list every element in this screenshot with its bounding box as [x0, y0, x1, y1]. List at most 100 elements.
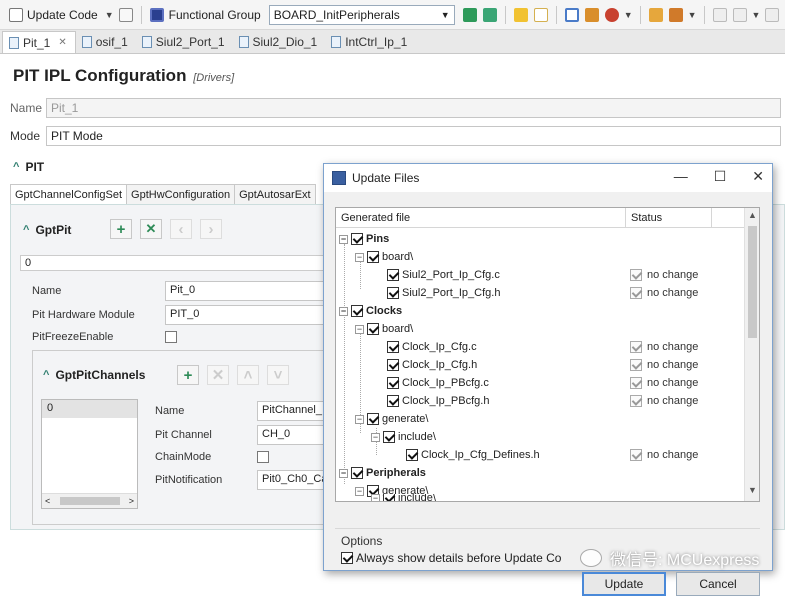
clipboard-icon[interactable] — [118, 7, 133, 22]
tree-file[interactable]: Siul2_Port_Ip_Cfg.h — [387, 284, 500, 302]
cancel-button[interactable]: Cancel — [676, 572, 760, 596]
collapse-icon[interactable]: − — [339, 468, 348, 478]
tab-pit-1[interactable]: Pit_1 ✕ — [2, 31, 76, 53]
update-code-dropdown-icon[interactable]: ▼ — [105, 10, 114, 20]
checkbox-checked[interactable] — [387, 395, 399, 407]
move-right-button[interactable]: › — [200, 219, 222, 239]
list-item[interactable]: 0 — [42, 400, 137, 418]
checkbox-checked[interactable] — [367, 413, 379, 425]
functional-group-select[interactable]: BOARD_InitPeripherals ▼ — [268, 4, 455, 25]
forward-arrow-icon[interactable] — [533, 7, 548, 22]
close-icon[interactable]: ✕ — [58, 37, 66, 48]
more-icon[interactable] — [765, 7, 780, 22]
pen-icon[interactable] — [712, 7, 727, 22]
move-left-button[interactable]: ‹ — [170, 219, 192, 239]
tree-file[interactable]: Siul2_Port_Ip_Cfg.c — [387, 266, 500, 284]
wand-dropdown-icon[interactable]: ▼ — [688, 10, 697, 20]
chevron-left-icon[interactable]: < — [45, 496, 50, 506]
tree-node-peripherals[interactable]: − Peripherals — [339, 464, 426, 482]
collapse-icon[interactable]: − — [371, 432, 380, 442]
update-code-button[interactable]: Update Code — [6, 4, 101, 26]
checkbox-checked[interactable] — [387, 377, 399, 389]
tab-siul2-port-1[interactable]: Siul2_Port_1 — [136, 31, 233, 53]
pit-section-header[interactable]: ^ PIT — [13, 160, 44, 174]
checkbox-checked[interactable] — [383, 431, 395, 443]
checkbox-checked[interactable] — [341, 552, 353, 564]
tree-file[interactable]: Clock_Ip_PBcfg.h — [387, 392, 489, 410]
tree-node-include[interactable]: − include\ — [371, 428, 436, 446]
checkbox-checked[interactable] — [387, 341, 399, 353]
checkbox-checked[interactable] — [351, 233, 363, 245]
collapse-icon[interactable]: − — [355, 324, 364, 334]
checkbox-checked[interactable] — [387, 359, 399, 371]
collapse-icon[interactable]: − — [371, 494, 380, 501]
update-button[interactable]: Update — [582, 572, 666, 596]
move-up-button[interactable]: ˄ — [237, 365, 259, 385]
chevron-down-icon[interactable]: ▼ — [745, 485, 759, 499]
download-icon[interactable] — [732, 7, 747, 22]
scroll-thumb[interactable] — [748, 226, 757, 338]
debug-dropdown-icon[interactable]: ▼ — [624, 10, 633, 20]
gptpit-name-field[interactable]: Pit_0 — [165, 281, 325, 301]
checkbox-checked[interactable] — [387, 287, 399, 299]
tab-osif-1[interactable]: osif_1 — [76, 31, 136, 53]
gptpit-index-tab[interactable]: 0 — [20, 255, 340, 271]
checkbox-checked[interactable] — [367, 323, 379, 335]
gptpit-header[interactable]: ^ GptPit — [23, 223, 71, 237]
wand-icon[interactable] — [668, 7, 683, 22]
checkbox-checked[interactable] — [351, 467, 363, 479]
tab-gptautosarext[interactable]: GptAutosarExt — [234, 184, 316, 204]
checkbox-checked[interactable] — [387, 269, 399, 281]
tab-intctrl-ip-1[interactable]: IntCtrl_Ip_1 — [325, 31, 415, 53]
collapse-icon[interactable]: − — [355, 252, 364, 262]
tree-file[interactable]: Clock_Ip_Cfg.h — [387, 356, 477, 374]
tree-node-board[interactable]: − board\ — [355, 320, 413, 338]
channel-name-field[interactable]: PitChannel_ — [257, 401, 333, 421]
add-button[interactable]: + — [110, 219, 132, 239]
download-dropdown-icon[interactable]: ▼ — [752, 10, 761, 20]
remove-channel-button[interactable]: ✕ — [207, 365, 229, 385]
tree-node-generate[interactable]: − generate\ — [355, 410, 428, 428]
chevron-up-icon[interactable]: ▲ — [745, 210, 759, 224]
collapse-icon[interactable]: − — [355, 486, 364, 496]
tab-gptchannelconfigset[interactable]: GptChannelConfigSet — [10, 184, 128, 204]
tree-node-include[interactable]: − include\ — [371, 494, 436, 501]
hw-module-field[interactable]: PIT_0 — [165, 305, 325, 325]
back-arrow-icon[interactable] — [513, 7, 528, 22]
checkbox-checked[interactable] — [406, 449, 418, 461]
list-icon[interactable] — [482, 7, 497, 22]
tab-siul2-dio-1[interactable]: Siul2_Dio_1 — [233, 31, 326, 53]
column-generated-file[interactable]: Generated file — [336, 208, 626, 227]
checkbox-checked[interactable] — [351, 305, 363, 317]
maximize-icon[interactable]: ☐ — [714, 168, 727, 185]
tree-file[interactable]: Clock_Ip_PBcfg.c — [387, 374, 489, 392]
tree-vscrollbar[interactable]: ▲ ▼ — [744, 208, 759, 501]
tree-node-clocks[interactable]: − Clocks — [339, 302, 402, 320]
folder-icon[interactable] — [648, 7, 663, 22]
checkbox-checked[interactable] — [383, 494, 395, 501]
list-hscrollbar[interactable]: < > — [42, 493, 137, 508]
tree-file[interactable]: Clock_Ip_Cfg_Defines.h — [406, 446, 540, 464]
collapse-icon[interactable]: − — [355, 414, 364, 424]
notification-field[interactable]: Pit0_Ch0_Ca — [257, 470, 333, 490]
collapse-icon[interactable]: − — [339, 234, 348, 244]
mode-field[interactable]: PIT Mode — [46, 126, 781, 146]
chevron-right-icon[interactable]: > — [129, 496, 134, 506]
tab-gpthwconfiguration[interactable]: GptHwConfiguration — [126, 184, 236, 204]
channels-header[interactable]: ^ GptPitChannels — [43, 368, 145, 382]
scroll-thumb[interactable] — [59, 497, 120, 505]
checkbox-checked[interactable] — [367, 251, 379, 263]
tree-node-board[interactable]: − board\ — [355, 248, 413, 266]
minimize-icon[interactable]: — — [674, 168, 688, 185]
chainmode-checkbox[interactable] — [257, 451, 269, 463]
tree-node-pins[interactable]: − Pins — [339, 230, 389, 248]
import-icon[interactable] — [584, 7, 599, 22]
monitor-icon[interactable] — [564, 7, 579, 22]
always-show-option[interactable]: Always show details before Update Co — [341, 551, 561, 565]
debug-icon[interactable] — [604, 7, 619, 22]
add-channel-button[interactable]: + — [177, 365, 199, 385]
close-icon[interactable]: ✕ — [752, 168, 764, 185]
freeze-enable-checkbox[interactable] — [165, 331, 177, 343]
column-status[interactable]: Status — [626, 208, 712, 227]
tree-file[interactable]: Clock_Ip_Cfg.c — [387, 338, 477, 356]
